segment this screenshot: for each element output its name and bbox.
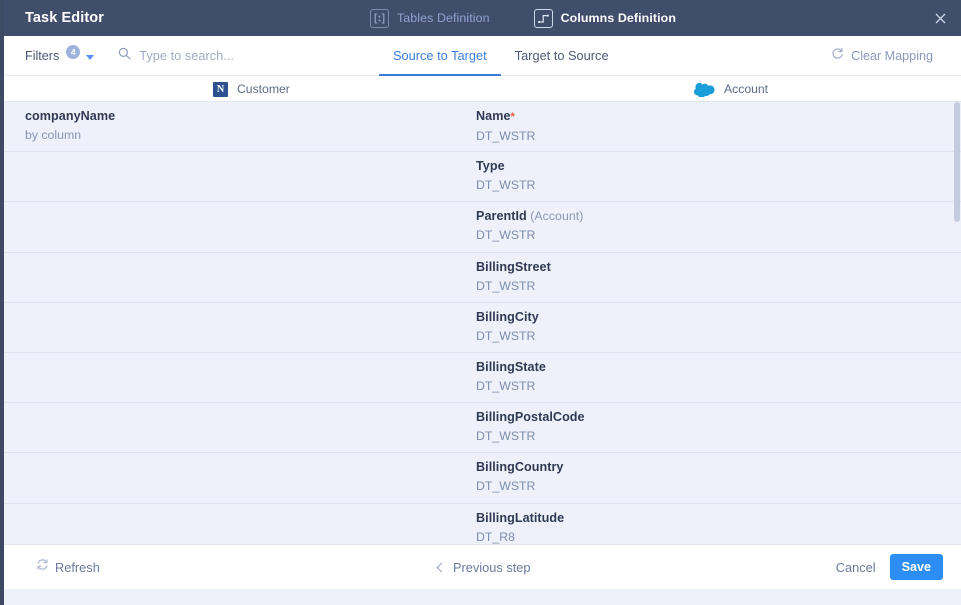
- target-field-name-text: BillingStreet: [476, 259, 551, 274]
- target-field-datatype: DT_WSTR: [476, 228, 536, 243]
- target-field-name: BillingPostalCode: [476, 409, 916, 426]
- target-field-cell[interactable]: BillingLatitude DT_R8: [476, 510, 916, 545]
- mapping-direction-tabs: Source to Target Target to Source: [379, 36, 623, 76]
- target-field-name-text: ParentId: [476, 209, 527, 224]
- target-field-datatype: DT_WSTR: [476, 129, 536, 143]
- table-row[interactable]: BillingState DT_WSTR: [0, 353, 961, 404]
- mapping-rows: companyName by column Name* DT_WSTR Type DT_W…: [0, 102, 961, 544]
- filters-label: Filters: [25, 48, 60, 63]
- table-row[interactable]: BillingLatitude DT_R8: [0, 504, 961, 545]
- vertical-scrollbar[interactable]: [953, 102, 961, 544]
- target-field-datatype: DT_WSTR: [476, 378, 536, 393]
- target-field-name: BillingState: [476, 359, 916, 376]
- target-field-name-text: BillingState: [476, 359, 546, 374]
- table-row[interactable]: BillingCountry DT_WSTR: [0, 453, 961, 504]
- dialog-header: Task Editor Tables Definition Columns De…: [0, 0, 961, 36]
- table-row[interactable]: Type DT_WSTR: [0, 152, 961, 203]
- source-field-mode: by column: [25, 128, 82, 142]
- search-input[interactable]: [139, 48, 330, 63]
- target-field-cell[interactable]: Type DT_WSTR: [476, 158, 916, 194]
- target-field-datatype: DT_WSTR: [476, 328, 536, 343]
- filters-dropdown[interactable]: Filters 4: [25, 44, 95, 63]
- filters-count-badge: 4: [66, 44, 81, 59]
- target-field-name-text: Name: [476, 109, 511, 123]
- table-row[interactable]: BillingCity DT_WSTR: [0, 303, 961, 353]
- target-field-name-text: BillingLatitude: [476, 510, 565, 525]
- target-field-cell[interactable]: BillingCity DT_WSTR: [476, 309, 916, 345]
- dialog-footer: Refresh Previous step Cancel Save: [0, 544, 961, 589]
- page-background-edge: [0, 0, 4, 605]
- target-field-name: Name*: [476, 108, 916, 126]
- source-table-label: Customer: [237, 82, 290, 96]
- columns-definition-icon: [533, 8, 553, 28]
- tab-source-to-target[interactable]: Source to Target: [379, 36, 501, 76]
- target-field-name-text: BillingPostalCode: [476, 410, 585, 425]
- target-field-name-text: BillingCity: [476, 309, 539, 324]
- tab-columns-definition-label: Columns Definition: [560, 11, 676, 25]
- tab-tables-definition-label: Tables Definition: [397, 11, 490, 25]
- vertical-scrollbar-thumb[interactable]: [954, 102, 960, 222]
- salesforce-cloud-icon: [694, 82, 715, 97]
- target-field-cell[interactable]: BillingState DT_WSTR: [476, 359, 916, 395]
- target-field-name-text: BillingCountry: [476, 460, 564, 475]
- table-row[interactable]: companyName by column Name* DT_WSTR: [0, 102, 961, 153]
- target-field-name: BillingStreet: [476, 259, 916, 276]
- table-row[interactable]: BillingStreet DT_WSTR: [0, 253, 961, 303]
- target-field-reference: (Account): [526, 209, 584, 224]
- search-icon: [118, 47, 131, 65]
- tab-target-to-source[interactable]: Target to Source: [501, 36, 623, 76]
- refresh-icon: [36, 558, 49, 576]
- mapping-list: companyName by column Name* DT_WSTR Type DT_W…: [0, 102, 961, 544]
- save-button[interactable]: Save: [889, 554, 943, 580]
- search-box[interactable]: [118, 47, 330, 65]
- table-row[interactable]: ParentId (Account) DT_WSTR: [0, 202, 961, 253]
- target-table-label: Account: [724, 82, 769, 96]
- target-field-name: Type: [476, 158, 916, 175]
- target-field-datatype: DT_WSTR: [476, 479, 536, 494]
- header-tab-group: Tables Definition Columns Definition: [370, 0, 676, 36]
- target-field-datatype: DT_R8: [476, 529, 515, 544]
- target-field-cell[interactable]: Name* DT_WSTR: [476, 108, 916, 145]
- target-field-cell[interactable]: BillingStreet DT_WSTR: [476, 259, 916, 295]
- target-field-name-text: Type: [476, 159, 505, 174]
- refresh-button[interactable]: Refresh: [36, 558, 100, 576]
- chevron-left-icon: [436, 562, 447, 572]
- task-editor-dialog: Task Editor Tables Definition Columns De…: [0, 0, 961, 605]
- target-field-datatype: DT_WSTR: [476, 429, 536, 444]
- target-field-datatype: DT_WSTR: [476, 278, 536, 293]
- target-field-name: ParentId (Account): [476, 208, 916, 225]
- tables-definition-icon: [370, 8, 389, 28]
- previous-step-button[interactable]: Previous step: [436, 559, 531, 575]
- mapping-column-headers: Customer Account: [0, 76, 961, 102]
- clear-mapping-button[interactable]: Clear Mapping: [831, 47, 933, 65]
- target-field-cell[interactable]: BillingPostalCode DT_WSTR: [476, 409, 916, 445]
- target-table-header: Account: [694, 76, 768, 102]
- target-field-name: BillingLatitude: [476, 510, 916, 527]
- source-field-name: companyName: [25, 109, 116, 123]
- required-asterisk-icon: *: [510, 111, 515, 123]
- target-field-cell[interactable]: BillingCountry DT_WSTR: [476, 459, 916, 495]
- footer-actions: Cancel Save: [834, 554, 943, 580]
- source-table-header: Customer: [213, 76, 290, 102]
- cancel-button[interactable]: Cancel: [834, 556, 878, 579]
- toolbar: Filters 4 Source to Target Target to Sou…: [0, 36, 961, 76]
- source-field-cell[interactable]: companyName by column: [25, 108, 445, 144]
- target-field-name: BillingCountry: [476, 459, 916, 476]
- clear-mapping-label: Clear Mapping: [851, 48, 933, 63]
- refresh-icon: [831, 47, 844, 65]
- netezza-icon: [213, 81, 228, 97]
- tab-columns-definition[interactable]: Columns Definition: [533, 0, 676, 36]
- tab-tables-definition[interactable]: Tables Definition: [370, 0, 490, 36]
- previous-step-label: Previous step: [453, 559, 531, 575]
- target-field-name: BillingCity: [476, 309, 916, 326]
- close-icon[interactable]: [920, 0, 961, 36]
- page-title: Task Editor: [25, 10, 104, 26]
- target-field-datatype: DT_WSTR: [476, 178, 536, 193]
- chevron-down-icon: [86, 54, 95, 60]
- target-field-cell[interactable]: ParentId (Account) DT_WSTR: [476, 208, 916, 244]
- refresh-label: Refresh: [55, 559, 100, 575]
- table-row[interactable]: BillingPostalCode DT_WSTR: [0, 403, 961, 454]
